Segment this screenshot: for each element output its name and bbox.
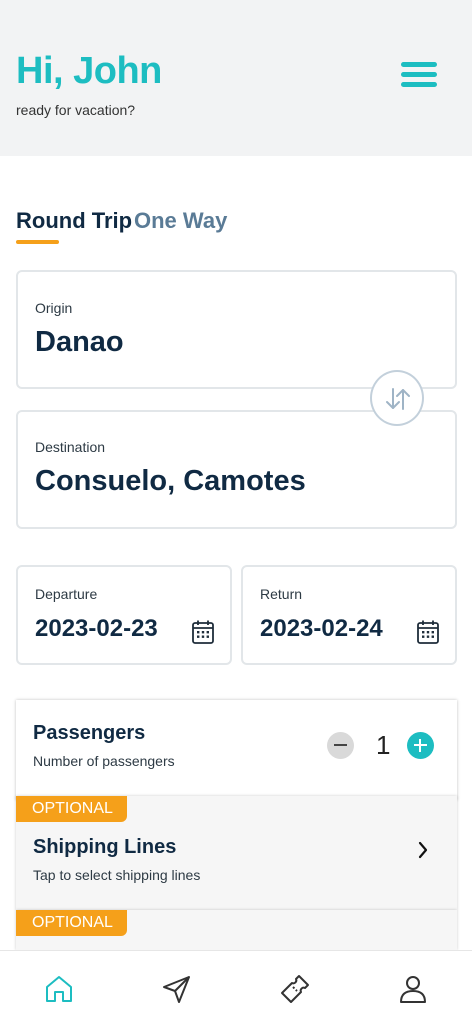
return-value: 2023-02-24	[260, 615, 383, 642]
passenger-count: 1	[376, 730, 391, 760]
optional-badge: OPTIONAL	[16, 796, 127, 822]
destination-label: Destination	[35, 439, 106, 455]
origin-label: Origin	[35, 300, 73, 316]
menu-icon[interactable]	[398, 58, 440, 92]
passengers-subtitle: Number of passengers	[33, 753, 175, 769]
passengers-card: Passengers Number of passengers 1	[16, 700, 457, 800]
tab-one-way[interactable]: One Way	[134, 208, 227, 234]
calendar-icon[interactable]	[191, 619, 215, 645]
shipping-lines-subtitle: Tap to select shipping lines	[33, 867, 201, 883]
greeting-subtitle: ready for vacation?	[16, 102, 136, 118]
shipping-lines-card[interactable]: OPTIONAL Shipping Lines Tap to select sh…	[16, 796, 457, 910]
origin-value: Danao	[35, 326, 124, 358]
passengers-title: Passengers	[33, 722, 146, 744]
optional-badge: OPTIONAL	[16, 910, 127, 936]
destination-value: Consuelo, Camotes	[35, 465, 306, 497]
return-date-field[interactable]: Return 2023-02-24	[241, 565, 457, 665]
bottom-navigation	[0, 950, 472, 1024]
profile-icon[interactable]	[397, 973, 429, 1005]
departure-value: 2023-02-23	[35, 615, 158, 642]
calendar-icon[interactable]	[416, 619, 440, 645]
greeting-title: Hi, John	[16, 50, 162, 92]
header: Hi, John ready for vacation?	[0, 0, 472, 156]
swap-arrows-icon	[386, 388, 410, 410]
active-tab-indicator	[16, 240, 59, 244]
trip-type-tabs: Round Trip One Way	[16, 208, 316, 248]
return-label: Return	[260, 586, 303, 602]
swap-locations-button[interactable]	[370, 370, 424, 426]
tab-round-trip[interactable]: Round Trip	[16, 208, 132, 234]
departure-label: Departure	[35, 586, 98, 602]
departure-date-field[interactable]: Departure 2023-02-23	[16, 565, 232, 665]
shipping-lines-title: Shipping Lines	[33, 836, 177, 858]
send-icon[interactable]	[161, 973, 193, 1005]
home-icon[interactable]	[43, 973, 75, 1005]
destination-field[interactable]: Destination Consuelo, Camotes	[16, 410, 457, 529]
increase-passengers-button[interactable]	[407, 732, 434, 759]
ticket-icon[interactable]	[279, 973, 311, 1005]
optional-card[interactable]: OPTIONAL	[16, 910, 457, 950]
chevron-right-icon	[418, 841, 428, 859]
decrease-passengers-button[interactable]	[327, 732, 354, 759]
